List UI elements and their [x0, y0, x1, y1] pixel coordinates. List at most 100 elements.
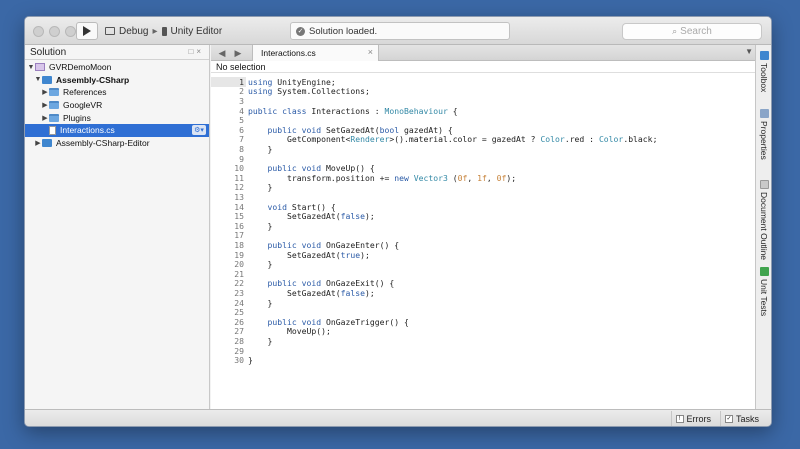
unit-tests-icon: [759, 267, 769, 276]
code-line[interactable]: 21: [211, 269, 757, 279]
code-line[interactable]: 18 public void OnGazeEnter() {: [211, 240, 757, 250]
code-text[interactable]: public void OnGazeExit() {: [246, 278, 395, 288]
line-number: 30: [234, 355, 244, 366]
unit-tests-pad-button[interactable]: Unit Tests: [756, 267, 771, 316]
disclosure-right-icon[interactable]: ▶: [41, 88, 49, 96]
code-line[interactable]: 1 using UnityEngine;: [211, 76, 757, 87]
line-number: 24: [234, 297, 244, 308]
code-line[interactable]: 22 public void OnGazeExit() {: [211, 278, 757, 288]
code-text[interactable]: MoveUp();: [246, 326, 331, 336]
code-text[interactable]: transform.position += new Vector3 (0f, 1…: [246, 173, 516, 183]
disclosure-right-icon[interactable]: ▶: [41, 114, 49, 122]
tree-item-project[interactable]: ▼ Assembly-CSharp: [25, 74, 209, 87]
close-window-button[interactable]: [33, 26, 44, 37]
breadcrumb[interactable]: No selection: [211, 61, 757, 73]
code-text[interactable]: public void MoveUp() {: [246, 163, 375, 173]
breadcrumb-label: No selection: [216, 61, 266, 72]
code-line[interactable]: 7 GetComponent<Renderer>().material.colo…: [211, 134, 757, 144]
tab-interactions-cs[interactable]: Interactions.cs ×: [252, 45, 379, 61]
line-number: 11: [234, 172, 244, 183]
code-line[interactable]: 13: [211, 192, 757, 202]
toolbox-pad-button[interactable]: Toolbox: [756, 51, 771, 92]
code-text[interactable]: using System.Collections;: [246, 86, 370, 96]
code-text[interactable]: SetGazedAt(false);: [246, 288, 375, 298]
code-line[interactable]: 17: [211, 230, 757, 240]
code-line[interactable]: 11 transform.position += new Vector3 (0f…: [211, 173, 757, 183]
tree-item-solution[interactable]: ▼ GVRDemoMoon: [25, 61, 209, 74]
item-options-button[interactable]: ⚙▾: [192, 124, 206, 135]
close-pad-icon[interactable]: ×: [196, 47, 204, 56]
code-line[interactable]: 14 void Start() {: [211, 202, 757, 212]
code-text[interactable]: }: [246, 221, 272, 231]
code-line[interactable]: 2 using System.Collections;: [211, 86, 757, 96]
code-line[interactable]: 4 public class Interactions : MonoBehavio…: [211, 106, 757, 116]
tree-item-folder[interactable]: ▶ References: [25, 86, 209, 99]
code-line[interactable]: 9: [211, 154, 757, 164]
code-line[interactable]: 24 }: [211, 298, 757, 308]
search-placeholder: Search: [680, 26, 712, 37]
code-editor[interactable]: 1 using UnityEngine; 2 using System.Collect…: [211, 75, 757, 411]
disclosure-down-icon[interactable]: ▼: [27, 64, 35, 71]
back-arrow-icon[interactable]: ◀: [215, 46, 229, 60]
minimize-window-button[interactable]: [49, 26, 60, 37]
code-text[interactable]: }: [246, 336, 272, 346]
code-line[interactable]: 26 public void OnGazeTrigger() {: [211, 317, 757, 327]
zoom-window-button[interactable]: [65, 26, 76, 37]
code-text[interactable]: GetComponent<Renderer>().material.color …: [246, 134, 657, 144]
code-line[interactable]: 20 }: [211, 259, 757, 269]
code-line[interactable]: 3: [211, 96, 757, 106]
code-line[interactable]: 16 }: [211, 221, 757, 231]
document-outline-pad-button[interactable]: Document Outline: [756, 180, 771, 260]
code-text[interactable]: public class Interactions : MonoBehaviou…: [246, 106, 458, 116]
code-line[interactable]: 6 public void SetGazedAt(bool gazedAt) {: [211, 125, 757, 135]
code-line[interactable]: 19 SetGazedAt(true);: [211, 250, 757, 260]
code-line[interactable]: 25: [211, 307, 757, 317]
tree-item-folder[interactable]: ▶ GoogleVR: [25, 99, 209, 112]
code-text[interactable]: void Start() {: [246, 202, 336, 212]
code-text[interactable]: public void OnGazeEnter() {: [246, 240, 400, 250]
code-text[interactable]: }: [246, 259, 272, 269]
code-line[interactable]: 23 SetGazedAt(false);: [211, 288, 757, 298]
code-line[interactable]: 10 public void MoveUp() {: [211, 163, 757, 173]
code-line[interactable]: 5: [211, 115, 757, 125]
code-line[interactable]: 30}: [211, 355, 757, 365]
code-line[interactable]: 29: [211, 346, 757, 356]
properties-pad-button[interactable]: Properties: [756, 109, 771, 160]
code-line[interactable]: 15 SetGazedAt(false);: [211, 211, 757, 221]
tree-item-project[interactable]: ▶ Assembly-CSharp-Editor: [25, 137, 209, 150]
line-number: 1: [211, 76, 246, 87]
code-line[interactable]: 28 }: [211, 336, 757, 346]
code-text[interactable]: }: [246, 182, 272, 192]
tasks-button[interactable]: ✓ Tasks: [719, 411, 763, 426]
code-line[interactable]: 27 MoveUp();: [211, 326, 757, 336]
config-label[interactable]: Debug: [119, 26, 148, 37]
errors-button[interactable]: ! Errors: [670, 411, 716, 426]
code-line[interactable]: 12 }: [211, 182, 757, 192]
tree-item-folder[interactable]: ▶ Plugins: [25, 111, 209, 124]
disclosure-down-icon[interactable]: ▼: [34, 76, 42, 83]
code-line[interactable]: 8 }: [211, 144, 757, 154]
search-input[interactable]: ⌕ Search: [622, 23, 762, 40]
disclosure-right-icon[interactable]: ▶: [34, 139, 42, 147]
code-text[interactable]: }: [246, 298, 272, 308]
code-text[interactable]: }: [246, 144, 272, 154]
code-text[interactable]: SetGazedAt(false);: [246, 211, 375, 221]
line-number: 10: [234, 163, 244, 174]
code-text[interactable]: public void OnGazeTrigger() {: [246, 317, 409, 327]
tree-item-file[interactable]: Interactions.cs ⚙▾: [25, 123, 209, 137]
code-text[interactable]: SetGazedAt(true);: [246, 250, 370, 260]
code-text[interactable]: }: [246, 355, 253, 365]
line-number: 16: [234, 220, 244, 231]
forward-arrow-icon[interactable]: ▶: [231, 46, 245, 60]
file-icon: [49, 125, 56, 135]
target-label[interactable]: Unity Editor: [171, 26, 223, 37]
chevron-down-icon[interactable]: ▼: [745, 47, 753, 56]
code-text[interactable]: public void SetGazedAt(bool gazedAt) {: [246, 125, 453, 135]
config-icon: [105, 27, 115, 35]
disclosure-right-icon[interactable]: ▶: [41, 101, 49, 109]
run-button[interactable]: [76, 22, 98, 40]
code-text[interactable]: using UnityEngine;: [246, 77, 336, 87]
tree-item-label: GoogleVR: [63, 100, 103, 111]
close-icon[interactable]: ×: [368, 47, 373, 57]
run-configuration[interactable]: Debug ▸ Unity Editor: [105, 22, 222, 40]
